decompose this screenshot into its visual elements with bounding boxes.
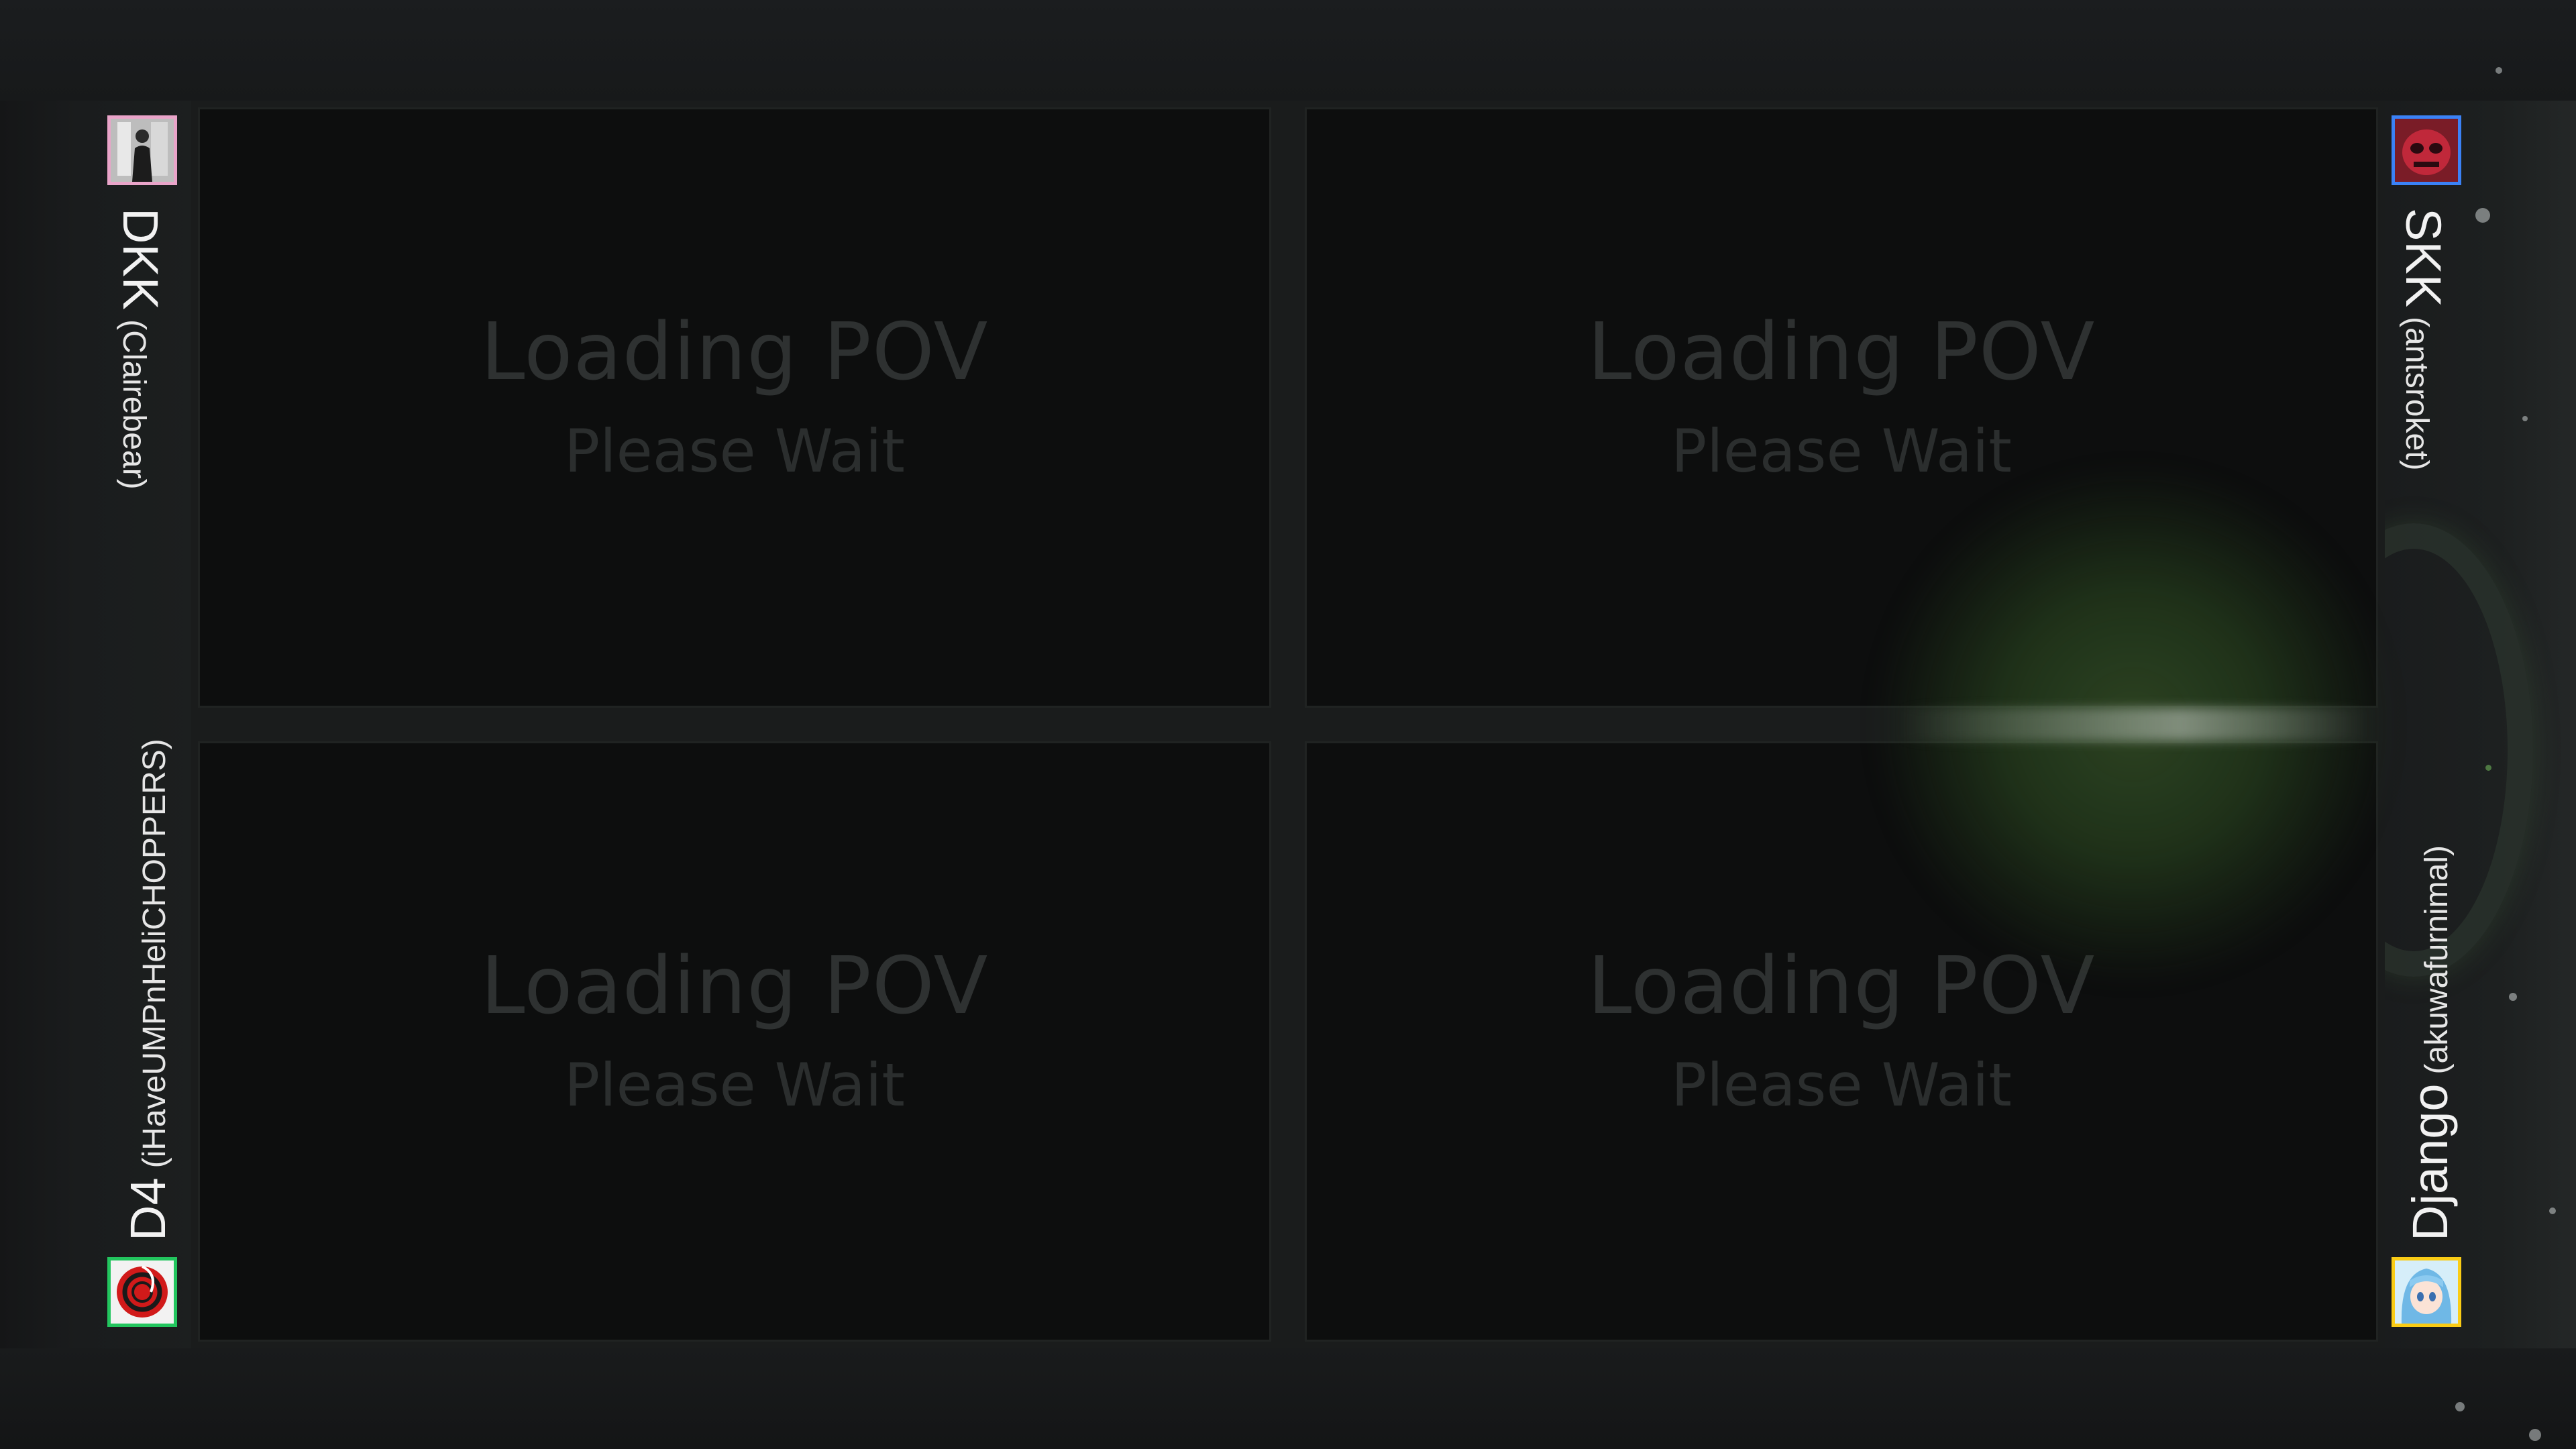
pov-loading-title: Loading POV (480, 305, 989, 398)
bottom-bar (0, 1348, 2576, 1449)
player-name-top-left: DKK (Clairebear) (112, 208, 169, 490)
player-name-bottom-right: Django (akuwafurnimal) (2402, 845, 2459, 1241)
star-speck (2549, 1208, 2556, 1214)
player-tag: DKK (113, 208, 168, 311)
pov-panel-bottom-left: Loading POV Please Wait (198, 741, 1271, 1342)
person-photo-icon (107, 115, 177, 185)
pov-loading-subtitle: Please Wait (564, 1051, 905, 1120)
anime-girl-icon (2392, 1257, 2461, 1327)
pov-loading-subtitle: Please Wait (1671, 417, 2012, 486)
pov-loading-title: Loading POV (1587, 939, 2096, 1032)
pov-loading-subtitle: Please Wait (564, 417, 905, 486)
player-handle: (Clairebear) (116, 319, 152, 490)
star-speck (2509, 993, 2517, 1001)
top-bar (0, 0, 2576, 101)
player-tag: D4 (120, 1177, 176, 1241)
player-handle: (antsroket) (2399, 317, 2434, 471)
player-name-bottom-left: D4 (iHaveUMPnHeliCHOPPERS) (119, 739, 176, 1241)
glow-highlight (1898, 708, 2368, 741)
player-tag: SKK (2396, 208, 2451, 308)
red-mask-icon (2392, 115, 2461, 185)
pov-loading-title: Loading POV (480, 939, 989, 1032)
pov-loading-title: Loading POV (1587, 305, 2096, 398)
star-speck (2522, 416, 2528, 421)
star-speck (2455, 1402, 2465, 1411)
star-speck (2475, 208, 2490, 223)
player-name-top-right: SKK (antsroket) (2395, 208, 2452, 470)
player-tag: Django (2402, 1083, 2458, 1241)
star-speck (2529, 1429, 2541, 1441)
pov-loading-subtitle: Please Wait (1671, 1051, 2012, 1120)
pov-panel-top-left: Loading POV Please Wait (198, 107, 1271, 708)
player-handle: (iHaveUMPnHeliCHOPPERS) (137, 739, 172, 1169)
red-spiral-logo-icon (107, 1257, 177, 1327)
star-speck (2496, 67, 2502, 74)
spectator-overlay: Loading POV Please Wait Loading POV Plea… (0, 0, 2576, 1449)
player-handle: (akuwafurnimal) (2419, 845, 2455, 1075)
